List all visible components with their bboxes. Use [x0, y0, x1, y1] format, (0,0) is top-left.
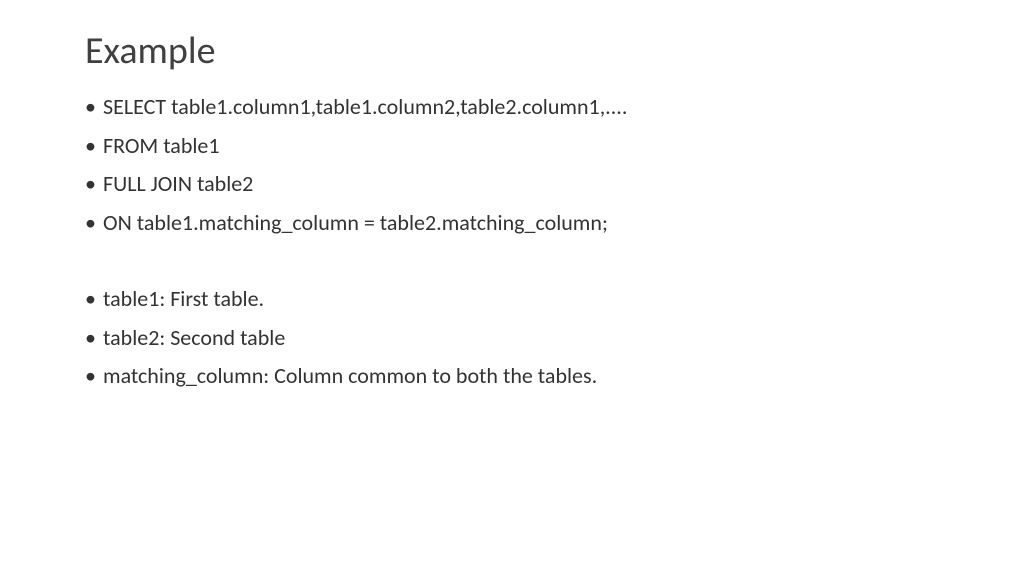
- list-item: table2: Second table: [85, 319, 939, 358]
- spacer: [85, 242, 939, 280]
- list-item: FULL JOIN table2: [85, 165, 939, 204]
- bullet-list-bottom: table1: First table. table2: Second tabl…: [85, 280, 939, 396]
- list-item: matching_column: Column common to both t…: [85, 357, 939, 396]
- list-item: FROM table1: [85, 127, 939, 166]
- slide-title: Example: [85, 28, 939, 74]
- list-item: table1: First table.: [85, 280, 939, 319]
- list-item: ON table1.matching_column = table2.match…: [85, 204, 939, 243]
- bullet-list-top: SELECT table1.column1,table1.column2,tab…: [85, 88, 939, 242]
- list-item: SELECT table1.column1,table1.column2,tab…: [85, 88, 939, 127]
